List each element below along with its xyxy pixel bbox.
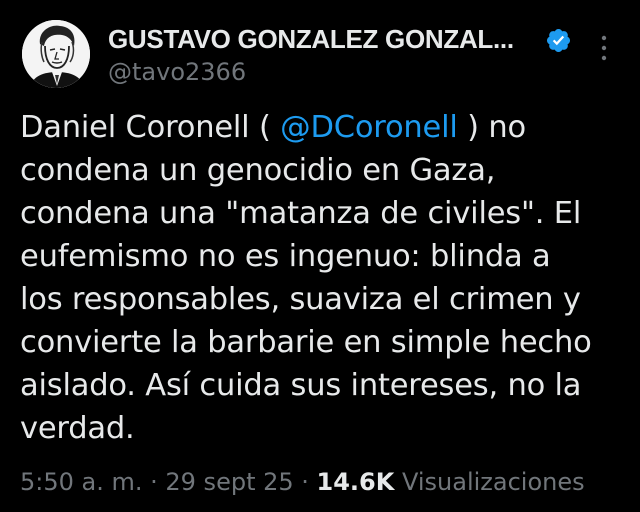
author-handle[interactable]: @tavo2366 [108, 57, 246, 87]
mention-link[interactable]: @DCoronell [280, 110, 458, 145]
verified-badge-icon [545, 27, 572, 54]
tweet-line: Daniel Coronell ( @DCoronell ) no [20, 110, 526, 145]
tweet-line: condena un genocidio en Gaza, [20, 153, 496, 188]
tweet-line: condena una "matanza de civiles". El [20, 196, 582, 231]
tweet-time[interactable]: 5:50 a. m. [20, 468, 143, 496]
tweet-date[interactable]: 29 sept 25 [165, 468, 293, 496]
tweet-line: eufemismo no es ingenuo: blinda a [20, 239, 551, 274]
tweet-card: GUSTAVO GONZALEZ GONZAL... @tavo2366 Dan… [0, 0, 640, 512]
avatar[interactable] [22, 20, 90, 88]
tweet-meta: 5:50 a. m. · 29 sept 25 · 14.6K Visualiz… [20, 466, 585, 498]
tweet-line: convierte la barbarie en simple hecho [20, 325, 592, 360]
tweet-line: los responsables, suaviza el crimen y [20, 282, 581, 317]
tweet-line: aislado. Así cuida sus intereses, no la [20, 368, 582, 403]
tweet-line: verdad. [20, 411, 135, 446]
views-count[interactable]: 14.6K [317, 468, 395, 496]
views-label[interactable]: Visualizaciones [394, 468, 585, 496]
more-vertical-icon[interactable] [592, 30, 616, 66]
portrait-sketch-icon [22, 20, 90, 88]
tweet-text: Daniel Coronell ( @DCoronell ) no conden… [20, 106, 630, 450]
author-display-name[interactable]: GUSTAVO GONZALEZ GONZAL... [108, 22, 514, 56]
meta-separator: · [142, 468, 166, 496]
meta-separator: · [293, 468, 317, 496]
